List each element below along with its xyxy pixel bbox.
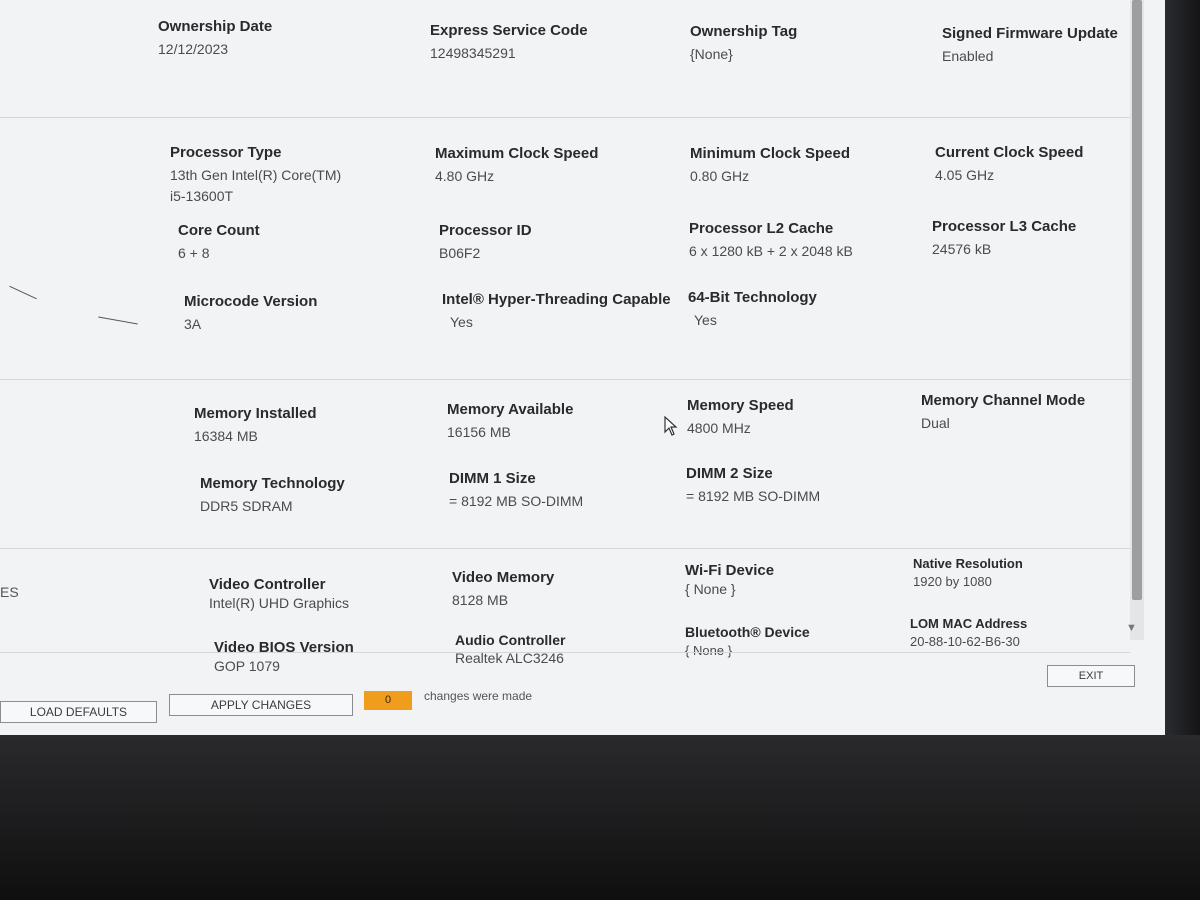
- processor-id-value: B06F2: [439, 245, 481, 261]
- monitor-bezel-bottom: [0, 735, 1200, 900]
- maximum-clock-speed-label: Maximum Clock Speed: [435, 145, 599, 162]
- video-bios-version-label: Video BIOS Version: [214, 639, 354, 656]
- express-service-code-label: Express Service Code: [430, 22, 588, 39]
- express-service-code-value: 12498345291: [430, 45, 516, 61]
- sixty-four-bit-value: Yes: [694, 312, 717, 328]
- video-controller-field: Video Controller Intel(R) UHD Graphics: [209, 576, 449, 614]
- maximum-clock-speed-value: 4.80 GHz: [435, 168, 495, 184]
- bluetooth-device-label: Bluetooth® Device: [685, 624, 810, 640]
- section-divider: [0, 117, 1130, 118]
- load-defaults-button[interactable]: LOAD DEFAULTS: [0, 701, 157, 723]
- video-controller-label: Video Controller: [209, 576, 326, 593]
- scroll-down-icon[interactable]: ▼: [1126, 622, 1137, 634]
- core-count-label: Core Count: [178, 222, 260, 239]
- wifi-device-label: Wi-Fi Device: [685, 562, 775, 579]
- memory-speed-field: Memory Speed 4800 MHz: [687, 397, 927, 439]
- express-service-code-field: Express Service Code 12498345291: [430, 22, 670, 64]
- core-count-field: Core Count 6 + 8: [178, 222, 418, 264]
- native-resolution-field: Native Resolution 1920 by 1080: [913, 556, 1153, 592]
- microcode-version-label: Microcode Version: [184, 293, 318, 310]
- minimum-clock-speed-value: 0.80 GHz: [690, 168, 750, 184]
- processor-type-field: Processor Type 13th Gen Intel(R) Core(TM…: [170, 144, 410, 207]
- memory-installed-label: Memory Installed: [194, 405, 317, 422]
- wifi-device-field: Wi-Fi Device { None }: [685, 562, 925, 600]
- processor-id-field: Processor ID B06F2: [439, 222, 679, 264]
- sixty-four-bit-label: 64-Bit Technology: [688, 289, 817, 306]
- bluetooth-device-value: { None }: [685, 643, 732, 658]
- video-memory-field: Video Memory 8128 MB: [452, 569, 692, 611]
- memory-available-value: 16156 MB: [447, 424, 511, 440]
- hyper-threading-field: Intel® Hyper-Threading Capable Yes: [442, 291, 682, 333]
- screen-scratch: [98, 316, 138, 325]
- l2-cache-label: Processor L2 Cache: [689, 220, 834, 237]
- dimm1-size-label: DIMM 1 Size: [449, 470, 536, 487]
- hyper-threading-value: Yes: [450, 314, 473, 330]
- hyper-threading-label: Intel® Hyper-Threading Capable: [442, 291, 671, 308]
- monitor-bezel-right: [1165, 0, 1200, 735]
- processor-id-label: Processor ID: [439, 222, 532, 239]
- section-divider: [0, 379, 1130, 380]
- memory-channel-mode-value: Dual: [921, 415, 950, 431]
- changes-count-badge: 0: [364, 691, 412, 710]
- memory-available-field: Memory Available 16156 MB: [447, 401, 687, 443]
- native-resolution-value: 1920 by 1080: [913, 574, 992, 589]
- dimm1-size-field: DIMM 1 Size = 8192 MB SO-DIMM: [449, 470, 689, 512]
- dimm2-size-label: DIMM 2 Size: [686, 465, 773, 482]
- maximum-clock-speed-field: Maximum Clock Speed 4.80 GHz: [435, 145, 675, 187]
- video-memory-value: 8128 MB: [452, 592, 509, 608]
- bios-screen: Ownership Date 12/12/2023 Express Servic…: [0, 0, 1165, 735]
- section-divider: [0, 548, 1130, 549]
- lom-mac-address-field: LOM MAC Address 20-88-10-62-B6-30: [910, 616, 1150, 652]
- native-resolution-label: Native Resolution: [913, 556, 1023, 571]
- screen-scratch: [9, 285, 37, 300]
- scrollbar-thumb[interactable]: [1132, 0, 1142, 600]
- ownership-date-label: Ownership Date: [158, 18, 273, 35]
- memory-speed-label: Memory Speed: [687, 397, 794, 414]
- processor-type-value-line1: 13th Gen Intel(R) Core(TM): [170, 167, 342, 183]
- memory-technology-field: Memory Technology DDR5 SDRAM: [200, 475, 440, 517]
- video-controller-value: Intel(R) UHD Graphics: [209, 595, 350, 611]
- core-count-value: 6 + 8: [178, 245, 210, 261]
- audio-controller-label: Audio Controller: [455, 632, 566, 648]
- minimum-clock-speed-field: Minimum Clock Speed 0.80 GHz: [690, 145, 930, 187]
- minimum-clock-speed-label: Minimum Clock Speed: [690, 145, 851, 162]
- memory-speed-value: 4800 MHz: [687, 420, 751, 436]
- sidebar-fragment: ES: [0, 584, 19, 600]
- lom-mac-address-label: LOM MAC Address: [910, 616, 1028, 631]
- changes-status-text: changes were made: [424, 689, 533, 703]
- apply-changes-button[interactable]: APPLY CHANGES: [169, 694, 353, 716]
- memory-available-label: Memory Available: [447, 401, 574, 418]
- dimm2-size-value: = 8192 MB SO-DIMM: [686, 488, 821, 504]
- processor-type-value-line2: i5-13600T: [170, 188, 234, 204]
- sixty-four-bit-field: 64-Bit Technology Yes: [688, 289, 928, 331]
- ownership-tag-label: Ownership Tag: [690, 23, 798, 40]
- dimm1-size-value: = 8192 MB SO-DIMM: [449, 493, 584, 509]
- ownership-tag-field: Ownership Tag {None}: [690, 23, 930, 65]
- footer-bar: LOAD DEFAULTS APPLY CHANGES 0 changes we…: [0, 660, 1165, 735]
- memory-channel-mode-label: Memory Channel Mode: [921, 392, 1086, 409]
- l2-cache-value: 6 x 1280 kB + 2 x 2048 kB: [689, 243, 853, 259]
- bluetooth-device-field: Bluetooth® Device { None }: [685, 624, 925, 661]
- microcode-version-value: 3A: [184, 316, 202, 332]
- wifi-device-value: { None }: [685, 581, 736, 597]
- exit-button[interactable]: EXIT: [1047, 665, 1135, 687]
- memory-channel-mode-field: Memory Channel Mode Dual: [921, 392, 1161, 434]
- ownership-date-field: Ownership Date 12/12/2023: [158, 18, 398, 60]
- memory-installed-value: 16384 MB: [194, 428, 258, 444]
- dimm2-size-field: DIMM 2 Size = 8192 MB SO-DIMM: [686, 465, 926, 507]
- memory-installed-field: Memory Installed 16384 MB: [194, 405, 434, 447]
- mouse-cursor-icon: [664, 416, 678, 436]
- memory-technology-label: Memory Technology: [200, 475, 345, 492]
- memory-technology-value: DDR5 SDRAM: [200, 498, 293, 514]
- video-memory-label: Video Memory: [452, 569, 555, 586]
- l2-cache-field: Processor L2 Cache 6 x 1280 kB + 2 x 204…: [689, 220, 929, 262]
- ownership-date-value: 12/12/2023: [158, 41, 229, 57]
- processor-type-label: Processor Type: [170, 144, 282, 161]
- microcode-version-field: Microcode Version 3A: [184, 293, 424, 335]
- footer-divider: [0, 652, 1130, 653]
- lom-mac-address-value: 20-88-10-62-B6-30: [910, 634, 1020, 649]
- ownership-tag-value: {None}: [690, 46, 733, 62]
